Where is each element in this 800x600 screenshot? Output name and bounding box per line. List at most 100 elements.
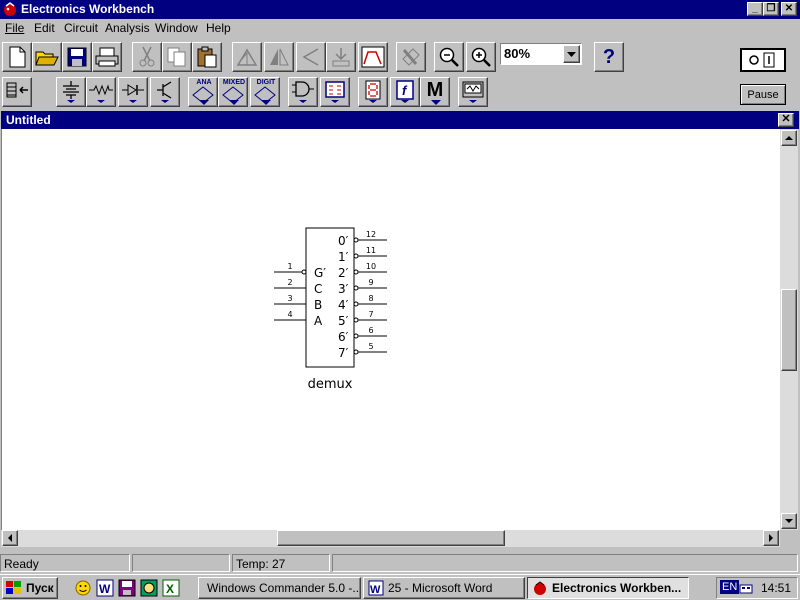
zoom-dropdown-button[interactable] [563, 45, 580, 63]
output-pin-label: 2′ [338, 266, 349, 280]
favorites-bin-button[interactable] [2, 77, 32, 107]
copy-button[interactable] [162, 42, 192, 72]
close-button[interactable]: ✕ [781, 2, 797, 16]
output-pin-label: 4′ [338, 298, 349, 312]
scroll-up-button[interactable] [781, 130, 797, 146]
sources-bin-button[interactable] [56, 77, 86, 107]
clock[interactable]: 14:51 [761, 581, 791, 595]
vertical-scroll-thumb[interactable] [781, 289, 797, 371]
seven-segment-icon [365, 80, 381, 103]
quicklaunch-word[interactable]: W [96, 579, 114, 597]
inversion-bubble [301, 269, 307, 275]
help-button[interactable]: ? [594, 42, 624, 72]
help-pointer-button[interactable] [396, 42, 426, 72]
output-pin[interactable]: 11 1′ [338, 246, 387, 264]
miscellaneous-bin-button[interactable]: M [420, 77, 450, 107]
output-pin[interactable]: 12 0′ [338, 230, 387, 248]
open-button[interactable] [32, 42, 62, 72]
input-pin[interactable]: 1 G′ [274, 262, 326, 280]
power-switch-icon [749, 52, 775, 68]
digital-bin-button[interactable] [320, 77, 350, 107]
menu-edit[interactable]: Edit [34, 21, 55, 35]
output-pin-number: 5 [368, 342, 373, 351]
digital-ic-bin-button[interactable]: DIGIT [250, 77, 280, 107]
scroll-down-button[interactable] [781, 513, 797, 529]
scroll-right-button[interactable] [763, 530, 779, 546]
input-pin-number: 2 [287, 278, 292, 287]
new-button[interactable] [2, 42, 32, 72]
scroll-left-button[interactable] [2, 530, 18, 546]
flip-vertical-button[interactable] [296, 42, 326, 72]
zoom-out-button[interactable] [434, 42, 464, 72]
zoom-in-button[interactable] [466, 42, 496, 72]
open-icon [35, 51, 59, 66]
demux-component[interactable]: 1 G′2 C3 B4 A 120′111′102′93′84′75′66′57′ de… [2, 129, 781, 530]
task-electronics-workbench[interactable]: Electronics Workben... [527, 577, 689, 599]
input-pin[interactable]: 3B [274, 294, 322, 312]
basic-bin-button[interactable] [86, 77, 116, 107]
input-pin[interactable]: 4A [274, 310, 323, 328]
clock-app-icon [140, 579, 158, 597]
menu-window[interactable]: Window [155, 21, 198, 35]
output-pin[interactable]: 8 4′ [338, 294, 387, 312]
paste-button[interactable] [192, 42, 222, 72]
start-button[interactable]: Пуск [2, 577, 58, 599]
graphs-button[interactable] [358, 42, 388, 72]
pause-button[interactable]: Pause [740, 84, 786, 105]
menu-file[interactable]: File [5, 21, 24, 35]
keyboard-icon[interactable] [739, 582, 753, 596]
indicators-bin-button[interactable] [358, 77, 388, 107]
zoom-select[interactable]: 80% [500, 43, 582, 65]
quicklaunch-1[interactable] [74, 579, 92, 597]
output-pin[interactable]: 5 7′ [338, 342, 387, 360]
input-pin-label: A [314, 314, 323, 328]
menu-help[interactable]: Help [206, 21, 231, 35]
document-close-button[interactable]: ✕ [778, 113, 794, 127]
app-titlebar[interactable]: Electronics Workbench _ ❐ ✕ [0, 0, 800, 19]
task-microsoft-word[interactable]: W 25 - Microsoft Word [363, 577, 525, 599]
instruments-bin-button[interactable] [458, 77, 488, 107]
quicklaunch-excel[interactable]: X [162, 579, 180, 597]
vertical-scrollbar[interactable] [780, 129, 798, 530]
taskbar: Пуск W X Windows Commander 5.0 -... W 25… [0, 574, 800, 600]
arrow-left-icon [8, 534, 12, 542]
input-pin[interactable]: 2C [274, 278, 322, 296]
task-label: Electronics Workben... [552, 581, 682, 595]
input-pin-label: B [314, 298, 322, 312]
rotate-button[interactable] [232, 42, 262, 72]
controls-bin-button[interactable]: f [390, 77, 420, 107]
quicklaunch-4[interactable] [140, 579, 158, 597]
power-switch[interactable] [740, 48, 786, 72]
task-windows-commander[interactable]: Windows Commander 5.0 -... [198, 577, 361, 599]
output-pin[interactable]: 9 3′ [338, 278, 387, 296]
print-button[interactable] [92, 42, 122, 72]
output-pin[interactable]: 6 6′ [338, 326, 387, 344]
output-pin[interactable]: 10 2′ [338, 262, 387, 280]
analog-ic-bin-button[interactable]: ANA [188, 77, 218, 107]
menu-analysis[interactable]: Analysis [105, 21, 150, 35]
output-pin-label: 3′ [338, 282, 349, 296]
new-icon [9, 46, 26, 68]
quicklaunch-ewb[interactable] [118, 579, 136, 597]
logic-gates-bin-button[interactable] [288, 77, 318, 107]
maximize-button[interactable]: ❐ [763, 2, 779, 16]
horizontal-scroll-thumb[interactable] [277, 530, 505, 546]
language-indicator[interactable]: EN [720, 580, 740, 594]
menu-circuit[interactable]: Circuit [64, 21, 98, 35]
document-titlebar[interactable]: Untitled ✕ [1, 111, 799, 129]
flip-horizontal-button[interactable] [264, 42, 294, 72]
cut-button[interactable] [132, 42, 162, 72]
transistors-bin-button[interactable] [150, 77, 180, 107]
component-properties-button[interactable] [326, 42, 356, 72]
mixed-ic-bin-button[interactable]: MIXED [218, 77, 248, 107]
save-button[interactable] [62, 42, 92, 72]
diodes-bin-button[interactable] [118, 77, 148, 107]
chevron-down-icon [229, 100, 239, 105]
horizontal-scrollbar[interactable] [1, 530, 780, 547]
svg-text:X: X [166, 582, 174, 596]
flip-vertical-icon [302, 48, 319, 66]
circuit-canvas[interactable]: 1 G′ 2 C 3 B 4 A 12 0′ 11 1′ 10 2′ 9 3′ 8 4′ 7 5′ 6 6′ 5 7′ de… [1, 129, 780, 530]
minimize-button[interactable]: _ [747, 2, 763, 16]
output-pin[interactable]: 7 5′ [338, 310, 387, 328]
input-pins: 1 G′2 C3 B4 A [274, 262, 326, 328]
